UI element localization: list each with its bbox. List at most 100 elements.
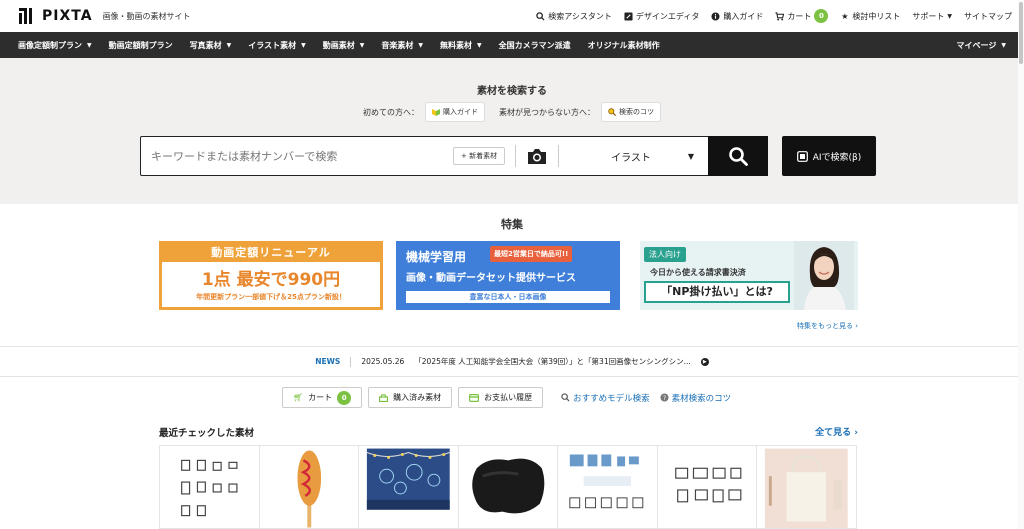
star-icon: ★ bbox=[841, 11, 849, 21]
scrollbar[interactable] bbox=[1018, 0, 1024, 529]
material-type-select[interactable]: イラスト ▼ bbox=[569, 149, 708, 164]
scrollbar-thumb[interactable] bbox=[1019, 2, 1023, 64]
help-icon: ? bbox=[660, 393, 669, 402]
chevron-right-icon: › bbox=[855, 322, 858, 330]
search-button[interactable] bbox=[708, 136, 768, 176]
credit-card-icon bbox=[469, 393, 480, 402]
search-assistant-link[interactable]: 検索アシスタント bbox=[536, 11, 612, 22]
see-all-link[interactable]: 全て見る › bbox=[815, 425, 858, 438]
recent-thumbnails bbox=[159, 445, 857, 529]
banner3-line1: 今日から使える請求書決済 bbox=[650, 268, 746, 277]
banner-np-payment[interactable]: 法人向け 今日から使える請求書決済 「NP掛け払い」とは? bbox=[640, 241, 858, 310]
magnifier-icon bbox=[608, 108, 616, 116]
info-icon bbox=[711, 11, 720, 21]
search-input[interactable] bbox=[151, 149, 451, 163]
nav-video[interactable]: 動画素材 ▼ bbox=[323, 40, 365, 51]
search-help-row: 初めての方へ： 購入ガイド 素材が見つからない方へ： 検索のコツ bbox=[0, 102, 1024, 122]
news-text[interactable]: 「2025年度 人工知能学会全国大会（第39回）」と「第31回画像センシングシン… bbox=[414, 356, 690, 367]
banner1-mid: 1点 最安で990円 bbox=[201, 270, 341, 290]
purchase-guide-button-label: 購入ガイド bbox=[443, 108, 478, 116]
pixta-logo[interactable]: PIXTA bbox=[18, 7, 93, 25]
cart-icon bbox=[775, 11, 785, 21]
edit-icon bbox=[624, 11, 633, 21]
recent-thumbnail[interactable] bbox=[260, 446, 360, 528]
divider bbox=[515, 145, 517, 167]
news-date: 2025.05.26 bbox=[361, 357, 405, 366]
more-features-label: 特集をもっと見る bbox=[796, 322, 853, 330]
svg-text:?: ? bbox=[663, 395, 666, 402]
nav-mypage[interactable]: マイページ ▼ bbox=[957, 40, 1006, 51]
more-features-link[interactable]: 特集をもっと見る › bbox=[797, 321, 858, 331]
nav-photo[interactable]: 写真素材 ▼ bbox=[190, 40, 232, 51]
payment-history-button[interactable]: お支払い履歴 bbox=[458, 387, 544, 408]
recent-thumbnail[interactable] bbox=[558, 446, 658, 528]
purchased-button[interactable]: 購入済み素材 bbox=[368, 387, 453, 408]
chevron-down-icon: ▼ bbox=[359, 41, 365, 49]
ai-search-button[interactable]: AIで検索(β) bbox=[782, 136, 876, 176]
nav-label: イラスト素材 bbox=[248, 40, 297, 50]
quick-actions: 🛒︎ カート 0 購入済み素材 お支払い履歴 おすすめモデル検索 ? 素材検索の… bbox=[282, 387, 731, 408]
wishlist-link[interactable]: ★ 検討中リスト bbox=[840, 11, 900, 22]
search-tips-button[interactable]: 検索のコツ bbox=[601, 102, 661, 122]
chevron-down-icon: ▼ bbox=[87, 41, 92, 49]
support-menu[interactable]: サポート ▼ bbox=[912, 11, 952, 22]
chevron-down-icon: ▼ bbox=[301, 41, 306, 49]
banner-dataset[interactable]: 機械学習用 最短2営業日で納品可!! 画像・動画データセット提供サービス 豊富な… bbox=[396, 241, 620, 310]
search-tips-link[interactable]: ? 素材検索のコツ bbox=[660, 392, 732, 404]
design-editor-link[interactable]: デザインエディタ bbox=[624, 11, 699, 22]
nav-label: 音楽素材 bbox=[381, 40, 414, 50]
recent-thumbnail[interactable] bbox=[459, 446, 559, 528]
site-tagline: 画像・動画の素材サイト bbox=[102, 11, 191, 21]
sitemap-link[interactable]: サイトマップ bbox=[964, 11, 1012, 22]
nav-illustration[interactable]: イラスト素材 ▼ bbox=[248, 40, 305, 51]
design-editor-label: デザインエディタ bbox=[635, 11, 700, 21]
logo-text: PIXTA bbox=[42, 8, 93, 24]
search-tips-label: 素材検索のコツ bbox=[671, 393, 732, 404]
nav-video-plan[interactable]: 動画定額制プラン bbox=[109, 40, 173, 51]
nav-original[interactable]: オリジナル素材制作 bbox=[588, 40, 660, 51]
banner2-sub: 画像・動画データセット提供サービス bbox=[406, 273, 576, 284]
banner-video-plan[interactable]: 動画定額リニューアル 1点 最安で990円 年間更新プラン一部値下げ＆25点プラ… bbox=[159, 241, 383, 310]
appliance-icons-image bbox=[675, 467, 742, 503]
person-photo bbox=[794, 241, 854, 310]
nav-photographer[interactable]: 全国カメラマン派遣 bbox=[499, 40, 571, 51]
see-all-label: 全て見る bbox=[815, 428, 852, 438]
next-news-icon[interactable]: ▶ bbox=[700, 357, 709, 366]
chevron-down-icon: ▼ bbox=[476, 41, 482, 49]
nav-label: 動画定額制プラン bbox=[108, 40, 173, 50]
nav-music[interactable]: 音楽素材 ▼ bbox=[381, 40, 423, 51]
model-search-link[interactable]: おすすめモデル検索 bbox=[561, 392, 650, 404]
nav-image-plan[interactable]: 画像定額制プラン ▼ bbox=[18, 40, 92, 51]
icon-set-image bbox=[181, 459, 238, 517]
cart-link[interactable]: カート 0 bbox=[775, 9, 829, 23]
search-heading: 素材を検索する bbox=[477, 86, 547, 97]
recent-thumbnail[interactable] bbox=[160, 446, 260, 528]
pixta-logo-icon bbox=[19, 8, 32, 24]
banner2-tag: 最短2営業日で納品可!! bbox=[490, 246, 573, 262]
tote-bag-image bbox=[765, 448, 849, 528]
recent-title: 最近チェックした素材 bbox=[159, 428, 255, 439]
cart-label: カート bbox=[787, 11, 812, 21]
banner1-bot: 年間更新プラン一部値下げ＆25点プラン新設！ bbox=[196, 293, 346, 301]
model-search-label: おすすめモデル検索 bbox=[573, 393, 650, 404]
recent-thumbnail[interactable] bbox=[658, 446, 758, 528]
banner2-title: 機械学習用 bbox=[406, 250, 467, 264]
purchase-guide-link[interactable]: 購入ガイド bbox=[711, 11, 763, 22]
recent-thumbnail[interactable] bbox=[757, 446, 856, 528]
sitemap-label: サイトマップ bbox=[964, 11, 1012, 21]
download-box-icon bbox=[379, 393, 389, 402]
beginner-icon bbox=[432, 109, 440, 116]
divider bbox=[558, 145, 560, 167]
image-search-button[interactable] bbox=[526, 147, 548, 165]
nav-label: 画像定額制プラン bbox=[18, 40, 82, 50]
quick-cart-button[interactable]: 🛒︎ カート 0 bbox=[282, 387, 363, 408]
banner2-strip: 豊富な日本人・日本画像 bbox=[406, 291, 610, 303]
new-materials-button[interactable]: + 新着素材 bbox=[453, 147, 506, 165]
lower-section: 🛒︎ カート 0 購入済み素材 お支払い履歴 おすすめモデル検索 ? 素材検索の… bbox=[0, 377, 1024, 529]
purchase-guide-button[interactable]: 購入ガイド bbox=[425, 102, 485, 122]
search-icon bbox=[561, 393, 570, 402]
first-time-label: 初めての方へ： bbox=[363, 107, 419, 117]
recent-thumbnail[interactable] bbox=[359, 446, 459, 528]
nav-free[interactable]: 無料素材 ▼ bbox=[440, 40, 482, 51]
banner3-line2: 「NP掛け払い」とは? bbox=[644, 281, 790, 303]
